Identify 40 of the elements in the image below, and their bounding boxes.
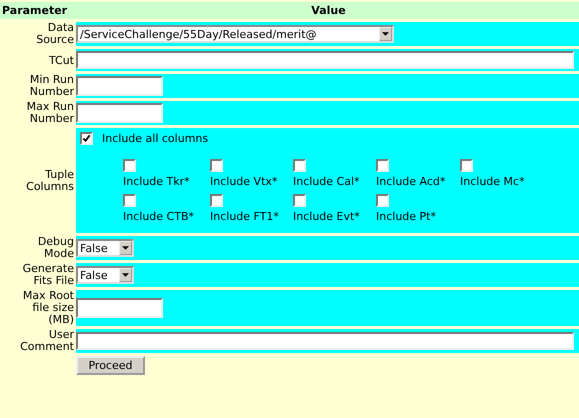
checkbox-label: Include Mc* — [460, 175, 525, 188]
checkbox[interactable] — [210, 194, 223, 207]
checkbox[interactable] — [460, 159, 473, 172]
field-label: User Comment — [19, 329, 74, 353]
field-label: Data Source — [35, 22, 74, 46]
checkbox-label: Include Pt* — [376, 210, 436, 223]
checkbox-label: Include Evt* — [293, 210, 360, 223]
checkbox[interactable] — [293, 159, 306, 172]
checkbox[interactable] — [80, 132, 93, 145]
field-label: Debug Mode — [36, 236, 74, 260]
column-header: Value — [76, 2, 579, 19]
checkbox-label: Include Tkr* — [123, 175, 190, 188]
field-label: Max Root file size (MB) — [22, 290, 74, 326]
input-field[interactable] — [76, 298, 163, 318]
checkbox[interactable] — [210, 159, 223, 172]
field-label: Min Run Number — [28, 74, 74, 98]
checkbox-label: Include all columns — [102, 132, 208, 145]
checkbox[interactable] — [376, 194, 389, 207]
input-field[interactable] — [76, 51, 574, 69]
proceed-button[interactable]: Proceed — [76, 356, 145, 375]
dropdown[interactable]: /ServiceChallenge/55Day/Released/merit@ — [76, 25, 394, 43]
checkbox-label: Include CTB* — [123, 210, 194, 223]
field-label: Max Run Number — [26, 101, 74, 125]
checkbox-label: Include Acd* — [376, 175, 446, 188]
checkbox[interactable] — [376, 159, 389, 172]
checkbox-label: Include FT1* — [210, 210, 279, 223]
checkbox[interactable] — [293, 194, 306, 207]
checkbox-label: Include Vtx* — [210, 175, 278, 188]
checkbox[interactable] — [123, 194, 136, 207]
checkbox-label: Include Cal* — [293, 175, 360, 188]
input-field[interactable] — [76, 76, 163, 96]
dropdown[interactable]: False — [76, 239, 134, 257]
input-field[interactable] — [76, 103, 163, 123]
checkbox[interactable] — [123, 159, 136, 172]
column-header: Parameter — [0, 2, 76, 19]
input-field[interactable] — [76, 332, 574, 350]
field-label: TCut — [48, 54, 74, 66]
field-label: Generate Fits File — [22, 263, 74, 287]
dropdown[interactable]: False — [76, 266, 134, 284]
field-label: Tuple Columns — [25, 168, 74, 192]
